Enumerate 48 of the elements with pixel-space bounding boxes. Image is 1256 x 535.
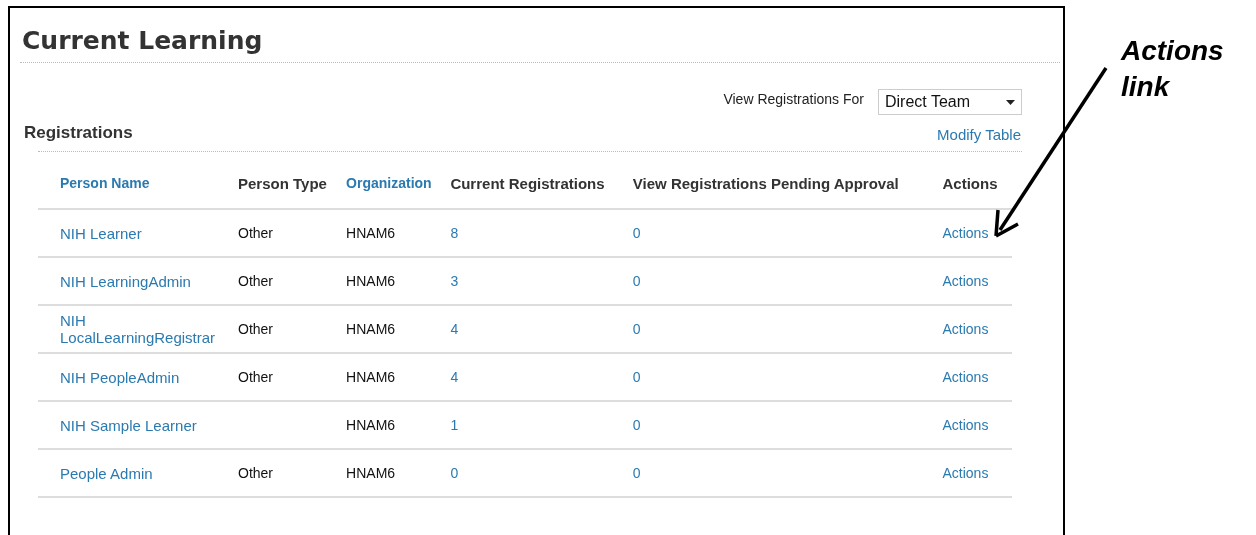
- pending-approval-link[interactable]: 0: [632, 417, 641, 433]
- current-registrations-link[interactable]: 4: [450, 321, 459, 337]
- callout-text: Actions link: [1121, 34, 1225, 104]
- pending-approval-link[interactable]: 0: [632, 321, 641, 337]
- current-registrations-link[interactable]: 3: [450, 273, 459, 289]
- person-type-cell: Other: [238, 369, 273, 385]
- organization-cell: HNAM6: [346, 225, 396, 241]
- modify-table-link[interactable]: Modify Table: [937, 126, 1021, 143]
- current-registrations-link[interactable]: 0: [450, 465, 459, 481]
- person-type-cell: Other: [238, 225, 273, 241]
- column-header: Current Registrations: [450, 168, 633, 209]
- person-name-link[interactable]: NIH PeopleAdmin: [60, 368, 180, 386]
- person-type-cell: Other: [238, 273, 273, 289]
- actions-link[interactable]: Actions: [942, 465, 989, 481]
- current-registrations-link[interactable]: 8: [450, 225, 459, 241]
- organization-cell: HNAM6: [346, 321, 396, 337]
- column-header: Actions: [942, 168, 1012, 209]
- person-name-link[interactable]: NIH LearningAdmin: [60, 272, 191, 290]
- caret-icon: [1006, 99, 1015, 105]
- column-header: Person Type: [238, 168, 347, 209]
- pending-approval-link[interactable]: 0: [632, 273, 641, 289]
- actions-link[interactable]: Actions: [942, 273, 989, 289]
- pending-approval-link[interactable]: 0: [632, 465, 641, 481]
- person-name-link[interactable]: NIH Sample Learner: [60, 416, 197, 434]
- organization-cell: HNAM6: [346, 417, 396, 433]
- actions-link[interactable]: Actions: [942, 321, 989, 337]
- pending-approval-link[interactable]: 0: [632, 225, 641, 241]
- section-title: Registrations: [24, 123, 133, 143]
- person-type-cell: Other: [238, 465, 273, 481]
- actions-link[interactable]: Actions: [942, 369, 989, 385]
- organization-cell: HNAM6: [346, 273, 396, 289]
- person-type-cell: Other: [238, 321, 273, 337]
- current-registrations-link[interactable]: 4: [450, 369, 459, 385]
- organization-cell: HNAM6: [346, 369, 396, 385]
- person-name-link[interactable]: NIH Learner: [60, 224, 142, 242]
- person-name-link[interactable]: People Admin: [60, 464, 153, 482]
- view-registrations-dropdown[interactable]: Direct Team: [878, 89, 1022, 115]
- person-name-link[interactable]: NIH LocalLearningRegistrar: [60, 312, 232, 346]
- actions-link[interactable]: Actions: [942, 225, 989, 241]
- filter-label: View Registrations For: [723, 91, 864, 107]
- organization-cell: HNAM6: [346, 465, 396, 481]
- column-header[interactable]: Organization: [346, 168, 451, 209]
- actions-link[interactable]: Actions: [942, 417, 989, 433]
- column-header: View Registrations Pending Approval: [632, 168, 943, 209]
- page-title: Current Learning: [22, 25, 264, 57]
- current-registrations-link[interactable]: 1: [450, 417, 459, 433]
- column-header[interactable]: Person Name: [38, 168, 238, 209]
- pending-approval-link[interactable]: 0: [632, 369, 641, 385]
